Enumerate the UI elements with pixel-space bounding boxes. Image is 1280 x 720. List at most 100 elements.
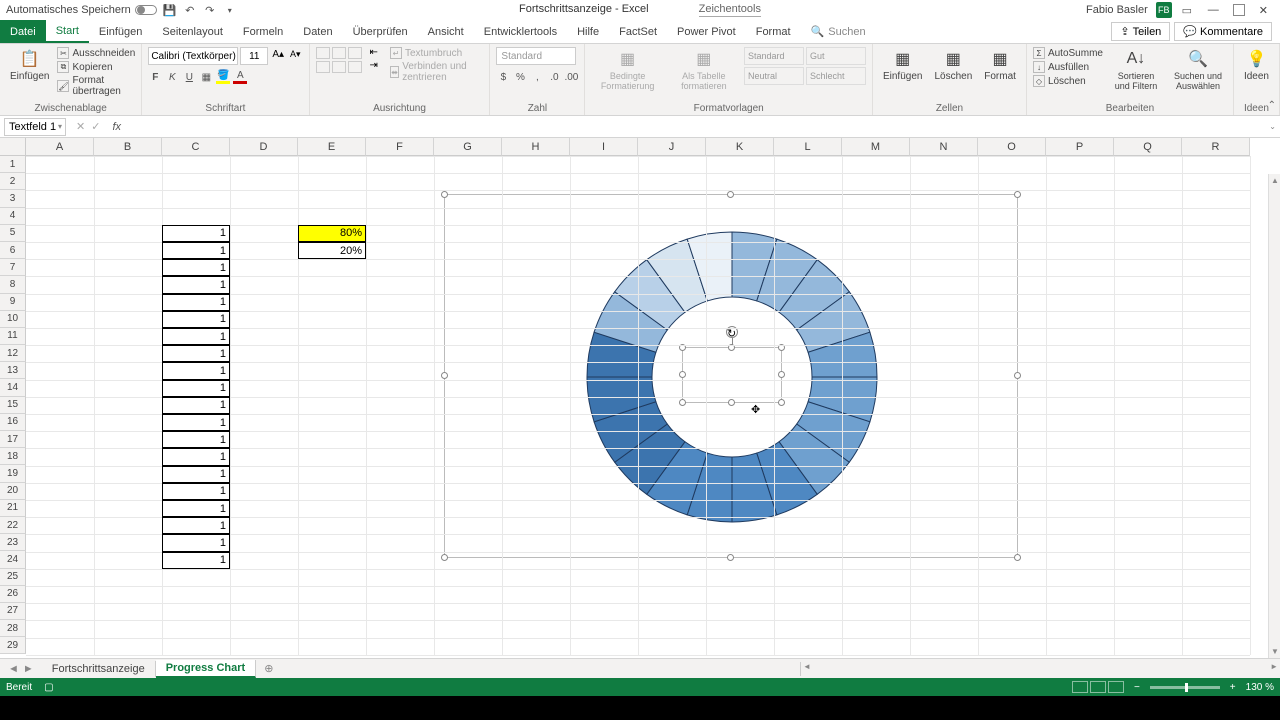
row-header[interactable]: 27 (0, 603, 26, 620)
alignment-buttons[interactable] (316, 47, 362, 73)
zoom-in-icon[interactable]: + (1230, 682, 1236, 693)
row-header[interactable]: 26 (0, 586, 26, 603)
bold-button[interactable]: F (148, 70, 162, 84)
row-header[interactable]: 28 (0, 620, 26, 637)
zoom-out-icon[interactable]: − (1134, 682, 1140, 693)
selection-handle[interactable] (441, 191, 448, 198)
cell[interactable]: 1 (162, 259, 230, 276)
row-header[interactable]: 18 (0, 448, 26, 465)
cell[interactable]: 1 (162, 380, 230, 397)
clear-button[interactable]: ◇Löschen (1033, 75, 1103, 87)
formula-input[interactable] (127, 118, 1265, 136)
column-header[interactable]: B (94, 138, 162, 156)
column-header[interactable]: G (434, 138, 502, 156)
collapse-ribbon-icon[interactable]: ⌃ (1268, 100, 1276, 111)
indent-decrease-icon[interactable]: ⇤ (370, 47, 378, 58)
select-all-corner[interactable] (0, 138, 26, 156)
shrink-font-icon[interactable]: A▾ (288, 47, 303, 65)
row-header[interactable]: 22 (0, 517, 26, 534)
tab-hilfe[interactable]: Hilfe (567, 20, 609, 43)
autosave-toggle[interactable]: Automatisches Speichern (6, 4, 157, 16)
autosum-button[interactable]: ΣAutoSumme (1033, 47, 1103, 59)
minimize-button[interactable]: — (1202, 4, 1225, 16)
delete-cells-button[interactable]: ▦Löschen (930, 47, 976, 84)
tab-factset[interactable]: FactSet (609, 20, 667, 43)
tab-powerpivot[interactable]: Power Pivot (667, 20, 746, 43)
tab-format[interactable]: Format (746, 20, 801, 43)
selection-handle[interactable] (441, 554, 448, 561)
row-header[interactable]: 12 (0, 345, 26, 362)
enter-formula-icon[interactable]: ✓ (91, 120, 100, 133)
fill-color-button[interactable]: 🪣 (216, 70, 230, 84)
sort-filter-button[interactable]: A↓Sortieren und Filtern (1107, 47, 1165, 93)
normal-view-icon[interactable] (1072, 681, 1088, 693)
row-header[interactable]: 8 (0, 276, 26, 293)
cell[interactable]: 1 (162, 466, 230, 483)
selection-handle[interactable] (727, 191, 734, 198)
cell[interactable]: 1 (162, 294, 230, 311)
column-header[interactable]: P (1046, 138, 1114, 156)
column-header[interactable]: C (162, 138, 230, 156)
italic-button[interactable]: K (165, 70, 179, 84)
row-header[interactable]: 7 (0, 259, 26, 276)
font-name-select[interactable] (148, 47, 238, 65)
chart-object[interactable]: ↻ ✥ (444, 194, 1018, 558)
ribbon-display-icon[interactable]: ▭ (1180, 3, 1194, 17)
row-header[interactable]: 13 (0, 362, 26, 379)
column-header[interactable]: L (774, 138, 842, 156)
cell[interactable]: 1 (162, 225, 230, 242)
cell[interactable]: 1 (162, 397, 230, 414)
row-header[interactable]: 21 (0, 500, 26, 517)
tab-ueberpruefen[interactable]: Überprüfen (343, 20, 418, 43)
comments-button[interactable]: 💬 Kommentare (1174, 22, 1272, 41)
cell[interactable]: 20% (298, 242, 366, 259)
row-header[interactable]: 20 (0, 483, 26, 500)
search-box[interactable]: 🔍 Suchen (811, 20, 866, 43)
row-header[interactable]: 29 (0, 637, 26, 654)
expand-formula-icon[interactable]: ⌄ (1265, 122, 1280, 131)
close-button[interactable]: ✕ (1253, 4, 1274, 17)
cell[interactable]: 1 (162, 345, 230, 362)
cell[interactable]: 1 (162, 552, 230, 569)
tab-seitenlayout[interactable]: Seitenlayout (152, 20, 233, 43)
cell[interactable]: 1 (162, 534, 230, 551)
format-cells-button[interactable]: ▦Format (980, 47, 1020, 84)
copy-button[interactable]: ⧉Kopieren (57, 61, 135, 73)
sheet-tab-2[interactable]: Progress Chart (156, 660, 256, 678)
column-header[interactable]: M (842, 138, 910, 156)
selection-handle[interactable] (1014, 191, 1021, 198)
column-header[interactable]: O (978, 138, 1046, 156)
column-header[interactable]: A (26, 138, 94, 156)
row-header[interactable]: 19 (0, 465, 26, 482)
save-icon[interactable]: 💾 (163, 3, 177, 17)
find-select-button[interactable]: 🔍Suchen und Auswählen (1169, 47, 1227, 93)
undo-icon[interactable]: ↶ (183, 3, 197, 17)
column-header[interactable]: Q (1114, 138, 1182, 156)
row-header[interactable]: 23 (0, 534, 26, 551)
share-button[interactable]: ⇪ Teilen (1111, 22, 1170, 41)
row-header[interactable]: 16 (0, 414, 26, 431)
add-sheet-button[interactable]: ⊕ (256, 662, 281, 675)
selection-handle[interactable] (1014, 372, 1021, 379)
column-header[interactable]: K (706, 138, 774, 156)
format-painter-button[interactable]: 🖌Format übertragen (57, 75, 135, 97)
cell[interactable]: 1 (162, 517, 230, 534)
indent-increase-icon[interactable]: ⇥ (370, 60, 378, 71)
row-header[interactable]: 6 (0, 242, 26, 259)
font-color-button[interactable]: A (233, 70, 247, 84)
grow-font-icon[interactable]: A▴ (270, 47, 286, 65)
column-header[interactable]: N (910, 138, 978, 156)
cell[interactable]: 1 (162, 448, 230, 465)
column-header[interactable]: J (638, 138, 706, 156)
textbox-object[interactable]: ↻ (682, 347, 782, 403)
font-size-select[interactable] (240, 47, 268, 65)
tab-einfuegen[interactable]: Einfügen (89, 20, 152, 43)
cell[interactable]: 1 (162, 362, 230, 379)
column-header[interactable]: H (502, 138, 570, 156)
page-layout-view-icon[interactable] (1090, 681, 1106, 693)
row-header[interactable]: 14 (0, 379, 26, 396)
row-header[interactable]: 25 (0, 569, 26, 586)
cell[interactable]: 1 (162, 328, 230, 345)
fill-button[interactable]: ↓Ausfüllen (1033, 61, 1103, 73)
row-header[interactable]: 24 (0, 551, 26, 568)
